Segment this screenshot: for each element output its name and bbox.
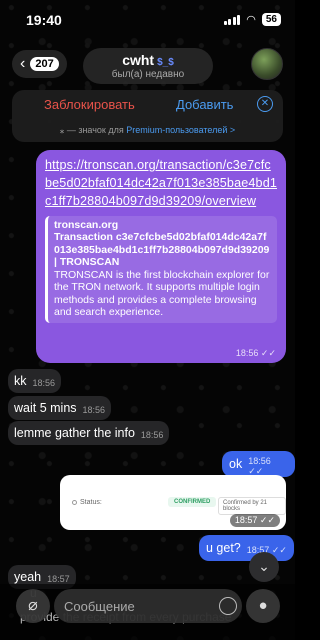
chat-title-pill[interactable]: cwht $_$ был(а) недавно <box>83 48 213 84</box>
message-text: ok <box>229 457 243 471</box>
incoming-message[interactable]: wait 5 mins 18:56 <box>8 396 112 420</box>
avatar[interactable] <box>251 48 283 80</box>
wifi-icon: ◠ <box>246 14 256 26</box>
status-icons: ◠ 56 <box>223 13 281 26</box>
back-button[interactable]: ‹ 207 <box>12 50 67 78</box>
read-check-icon: ✓✓ <box>260 348 276 358</box>
message-time: 18:56 <box>140 430 164 440</box>
chevron-left-icon: ‹ <box>20 55 26 72</box>
premium-star-icon: ⁎ <box>59 125 65 135</box>
message-time: 18:57 ✓✓ <box>229 514 280 527</box>
message-time: 18:56 ✓✓ <box>236 348 276 359</box>
close-icon[interactable]: ✕ <box>257 96 273 112</box>
chat-title: cwht <box>122 52 155 68</box>
preview-site: tronscan.org <box>54 219 119 231</box>
chat-header: ‹ 207 cwht $_$ был(а) недавно <box>0 44 295 88</box>
photo-status-label: Status: <box>80 499 102 506</box>
battery-icon: 56 <box>261 13 281 26</box>
message-link[interactable]: https://tronscan.org/transaction/c3e7cfc… <box>45 156 277 210</box>
message-input[interactable] <box>54 589 242 623</box>
premium-prefix: — значок для <box>66 125 124 135</box>
message-text: u get? <box>206 541 241 555</box>
sticker-icon[interactable] <box>219 597 237 615</box>
info-icon <box>72 500 77 505</box>
confirmed-badge: CONFIRMED <box>168 497 217 507</box>
incoming-message[interactable]: kk 18:56 <box>8 369 62 393</box>
chevron-down-icon: ⌄ <box>258 558 270 574</box>
add-contact-button[interactable]: Добавить <box>176 97 233 112</box>
time-text: 18:57 <box>234 515 258 525</box>
chevron-right-icon: > <box>229 125 236 135</box>
microphone-button[interactable]: ● <box>246 589 280 623</box>
outgoing-message[interactable]: ok 18:56 ✓✓ <box>222 451 295 477</box>
message-time: 18:56 <box>32 378 56 388</box>
unread-count-badge: 207 <box>30 57 59 71</box>
scroll-down-button[interactable]: ⌄ <box>249 552 279 582</box>
title-emoji-status: $_$ <box>157 57 174 68</box>
read-check-icon: ✓✓ <box>271 544 287 555</box>
block-button[interactable]: Заблокировать <box>44 97 135 112</box>
read-check-icon: ✓✓ <box>259 515 275 525</box>
status-time: 19:40 <box>26 12 62 28</box>
outgoing-link-message[interactable]: https://tronscan.org/transaction/c3e7cfc… <box>36 150 286 363</box>
message-time: 18:56 <box>82 405 106 415</box>
message-text: wait 5 mins <box>14 401 77 415</box>
microphone-icon: ● <box>258 597 268 614</box>
paperclip-icon: ⌀ <box>28 597 38 614</box>
incoming-message[interactable]: lemme gather the info 18:56 <box>8 421 170 445</box>
preview-title: Transaction c3e7cfcbe5d02bfaf014dc42a7f0… <box>54 231 270 268</box>
attach-button[interactable]: ⌀ <box>16 589 50 623</box>
message-text: kk <box>14 374 27 388</box>
signal-icon <box>223 14 241 25</box>
message-time: 18:57 <box>47 574 70 584</box>
link-preview[interactable]: tronscan.org Transaction c3e7cfcbe5d02bf… <box>45 216 277 323</box>
status-bar: 19:40 ◠ 56 <box>0 0 295 44</box>
time-text: 18:56 <box>248 455 271 466</box>
premium-notice[interactable]: ⁎ — значок для Premium-пользователей > <box>12 125 283 136</box>
input-bar: u provide the receipt from every purchas… <box>0 584 295 640</box>
message-text: lemme gather the info <box>14 426 135 440</box>
message-time: 18:56 ✓✓ <box>248 456 288 477</box>
time-text: 18:56 <box>235 348 259 358</box>
message-text: yeah <box>14 570 42 584</box>
confirmed-blocks-text: Confirmed by 21 blocks <box>218 497 286 515</box>
premium-link[interactable]: Premium-пользователей <box>126 125 227 135</box>
preview-description: TRONSCAN is the first blockchain explore… <box>54 268 270 319</box>
read-check-icon: ✓✓ <box>248 465 264 476</box>
contact-action-bar: Заблокировать Добавить ✕ ⁎ — значок для … <box>12 90 283 142</box>
outgoing-message[interactable]: u get? 18:57 ✓✓ <box>199 535 294 561</box>
last-seen-status: был(а) недавно <box>111 69 185 80</box>
photo-status-row: Status: <box>72 499 102 506</box>
photo-message[interactable]: Status: CONFIRMED Confirmed by 21 blocks… <box>60 475 286 530</box>
